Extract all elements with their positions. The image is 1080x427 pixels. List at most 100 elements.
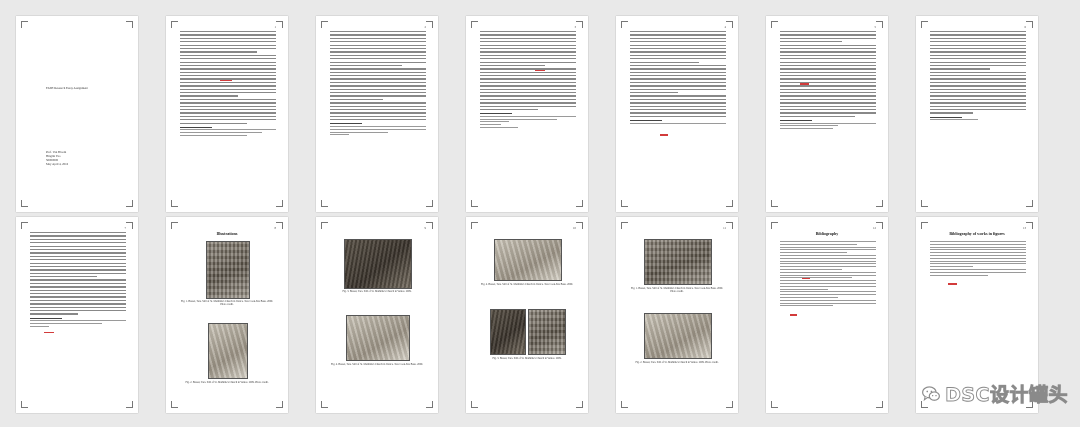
works-cited-entries	[930, 241, 1026, 399]
crop-mark	[921, 21, 928, 28]
crop-mark	[276, 21, 283, 28]
page-thumbnail[interactable]: 3	[466, 16, 588, 212]
crop-mark	[726, 200, 733, 207]
crop-mark	[126, 200, 133, 207]
figure-photo	[206, 241, 250, 299]
page-thumbnail[interactable]: 5	[766, 16, 888, 212]
crop-mark	[321, 222, 328, 229]
bibliography-entries	[780, 241, 876, 399]
crop-mark	[321, 21, 328, 28]
page-text-block	[180, 31, 276, 198]
page-thumbnail[interactable]: FASH Research Essay Assignment Prof. Van…	[16, 16, 138, 212]
crop-mark	[771, 21, 778, 28]
crop-mark	[876, 401, 883, 408]
crop-mark	[321, 200, 328, 207]
crop-mark	[1026, 200, 1033, 207]
page-number: 11	[723, 226, 726, 230]
figure-caption: Fig. 4. Basset, Tara. Still of St. Mathi…	[481, 283, 573, 286]
crop-mark	[921, 222, 928, 229]
crop-mark	[21, 21, 28, 28]
page-thumbnail[interactable]: 6	[916, 16, 1038, 212]
figure-photo	[644, 313, 712, 359]
page-thumbnail[interactable]: 2	[316, 16, 438, 212]
crop-mark	[876, 21, 883, 28]
figure-photo	[494, 239, 562, 281]
crop-mark	[726, 401, 733, 408]
page-thumbnail[interactable]: 7	[16, 217, 138, 413]
page-number: 7	[124, 226, 127, 230]
figure-photo	[528, 309, 566, 355]
crop-mark	[276, 401, 283, 408]
page-thumbnail[interactable]: 4	[616, 16, 738, 212]
crop-mark	[471, 21, 478, 28]
figure-caption: Fig. 1. Basset, Tara. Still of St. Mathi…	[631, 287, 723, 294]
crop-mark	[471, 200, 478, 207]
crop-mark	[1026, 21, 1033, 28]
crop-mark	[921, 200, 928, 207]
crop-mark	[126, 21, 133, 28]
crop-mark	[276, 222, 283, 229]
page-number: 9	[424, 226, 427, 230]
page-text-block	[930, 31, 1026, 198]
crop-mark	[21, 200, 28, 207]
figure-caption: Fig. 3. Basset, Tara. Still of St. Mathi…	[342, 290, 412, 293]
figure-photo	[344, 239, 412, 289]
bibliography-heading: Bibliography	[815, 231, 839, 236]
page-number: 12	[873, 226, 876, 230]
crop-mark	[621, 222, 628, 229]
crop-mark	[876, 200, 883, 207]
crop-mark	[21, 222, 28, 229]
figure-photo	[208, 323, 248, 379]
figure-caption: Fig. 2. Basset, Tara. Still of St. Mathi…	[185, 381, 269, 384]
figure-photo	[644, 239, 712, 285]
crop-mark	[876, 222, 883, 229]
page-number: 6	[1024, 25, 1027, 29]
crop-mark	[726, 21, 733, 28]
works-cited-heading: Bibliography of works in figures	[949, 231, 1005, 236]
crop-mark	[276, 200, 283, 207]
figure-photo	[346, 315, 410, 361]
page-thumbnail[interactable]: 1	[166, 16, 288, 212]
page-thumbnail[interactable]: 8 Illustrations Fig. 1. Basset, Tara. St…	[166, 217, 288, 413]
page-text-block	[630, 31, 726, 198]
crop-mark	[471, 401, 478, 408]
crop-mark	[576, 21, 583, 28]
page-number: 2	[424, 25, 427, 29]
crop-mark	[321, 401, 328, 408]
figure-caption: Fig. 2. Basset, Tara. Still of St. Mathi…	[635, 361, 719, 364]
page-number: 10	[573, 226, 576, 230]
page-number: 1	[274, 25, 277, 29]
illustrations-heading: Illustrations	[216, 231, 238, 236]
page-number: 8	[274, 226, 277, 230]
page-thumbnail[interactable]: 12 Bibliography	[766, 217, 888, 413]
figure-caption: Fig. 1. Basset, Tara. Still of St. Mathi…	[181, 300, 273, 307]
wechat-like-icon	[922, 385, 941, 401]
crop-mark	[171, 200, 178, 207]
figure-caption: Fig. 3. Basset, Tara. Still of St. Mathi…	[492, 357, 562, 360]
page-number: 5	[874, 25, 877, 29]
page-number: 4	[724, 25, 727, 29]
page-text-block	[780, 31, 876, 198]
page-number: 3	[574, 25, 577, 29]
page-thumbnail[interactable]: 9 Fig. 3. Basset, Tara. Still of St. Mat…	[316, 217, 438, 413]
crop-mark	[171, 21, 178, 28]
crop-mark	[21, 401, 28, 408]
crop-mark	[426, 401, 433, 408]
crop-mark	[576, 401, 583, 408]
crop-mark	[621, 200, 628, 207]
figure-caption: Fig. 4. Basset, Tara. Still of St. Mathi…	[331, 363, 423, 366]
document-thumbnail-grid: FASH Research Essay Assignment Prof. Van…	[0, 0, 1080, 427]
crop-mark	[771, 200, 778, 207]
page-thumbnail[interactable]: 11 Fig. 1. Basset, Tara. Still of St. Ma…	[616, 217, 738, 413]
crop-mark	[576, 222, 583, 229]
cover-author-block: Prof. Van Bloom Hinglin Yao S0000000 May…	[46, 150, 68, 166]
crop-mark	[471, 222, 478, 229]
page-thumbnail[interactable]: 10 Fig. 4. Basset, Tara. Still of St. Ma…	[466, 217, 588, 413]
crop-mark	[126, 222, 133, 229]
watermark: DSC设计罐头	[921, 380, 1068, 407]
crop-mark	[771, 401, 778, 408]
crop-mark	[171, 401, 178, 408]
crop-mark	[426, 222, 433, 229]
crop-mark	[576, 200, 583, 207]
cover-title: FASH Research Essay Assignment	[46, 86, 88, 90]
